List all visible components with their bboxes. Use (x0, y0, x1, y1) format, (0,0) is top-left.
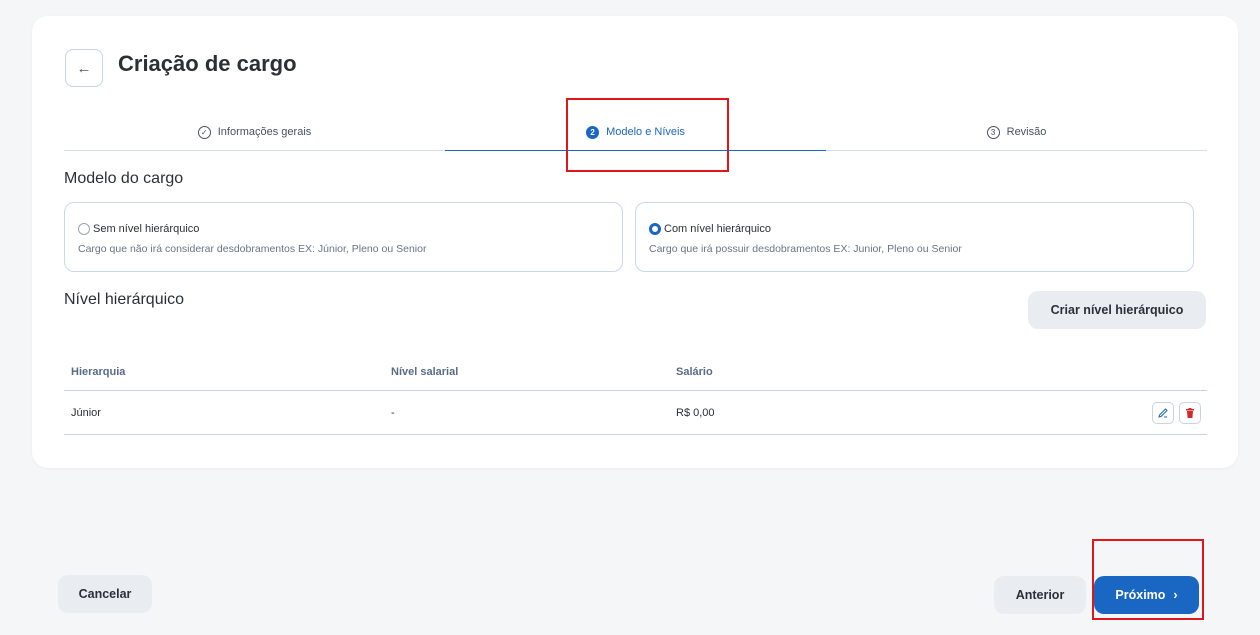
next-button[interactable]: Próximo › (1094, 576, 1199, 614)
option-description: Cargo que não irá considerar desdobramen… (78, 243, 427, 255)
cell-salario: R$ 0,00 (676, 406, 715, 419)
job-creation-card: ← Criação de cargo ✓ Informações gerais … (32, 16, 1238, 468)
cell-hierarquia: Júnior (71, 406, 101, 419)
cell-nivel-salarial: - (391, 406, 395, 419)
next-label: Próximo (1115, 588, 1166, 602)
option-com-nivel[interactable]: Com nível hierárquico Cargo que irá poss… (635, 202, 1194, 272)
option-label: Com nível hierárquico (664, 223, 771, 235)
delete-row-button[interactable] (1179, 401, 1201, 424)
table-header: Hierarquia Nível salarial Salário (64, 354, 1207, 391)
step-label: Modelo e Níveis (606, 126, 685, 138)
trash-icon (1186, 407, 1194, 418)
step-number-icon: 2 (586, 125, 600, 139)
edit-row-button[interactable] (1152, 401, 1174, 424)
option-sem-nivel[interactable]: Sem nível hierárquico Cargo que não irá … (64, 202, 623, 272)
nivel-section-title: Nível hierárquico (64, 291, 185, 308)
chevron-right-icon: › (1173, 588, 1178, 602)
column-header-salario: Salário (676, 366, 713, 378)
back-button[interactable]: ← (65, 49, 103, 87)
page-title: Criação de cargo (118, 51, 297, 76)
step-label: Informações gerais (217, 126, 312, 138)
step-label: Revisão (1006, 126, 1047, 138)
radio-com-nivel[interactable] (649, 223, 661, 235)
cancel-button[interactable]: Cancelar (58, 575, 152, 613)
check-circle-icon: ✓ (197, 125, 211, 139)
radio-sem-nivel[interactable] (78, 223, 90, 235)
step-informacoes-gerais[interactable]: ✓ Informações gerais (64, 116, 445, 150)
arrow-left-icon: ← (76, 59, 92, 77)
step-revisao[interactable]: 3 Revisão (826, 116, 1207, 150)
option-label: Sem nível hierárquico (93, 223, 200, 235)
step-modelo-e-niveis[interactable]: 2 Modelo e Níveis (445, 116, 826, 151)
stepper: ✓ Informações gerais 2 Modelo e Níveis 3… (64, 116, 1207, 151)
column-header-hierarquia: Hierarquia (71, 366, 126, 378)
modelo-section-title: Modelo do cargo (64, 170, 184, 187)
option-description: Cargo que irá possuir desdobramentos EX:… (649, 243, 962, 255)
levels-table: Hierarquia Nível salarial Salário Júnior… (64, 354, 1207, 435)
create-level-button[interactable]: Criar nível hierárquico (1028, 291, 1206, 329)
pencil-icon (1158, 407, 1168, 418)
column-header-nivel-salarial: Nível salarial (391, 366, 459, 378)
previous-button[interactable]: Anterior (994, 576, 1086, 614)
table-row: Júnior - R$ 0,00 (64, 391, 1207, 435)
step-number-icon: 3 (986, 125, 1000, 139)
